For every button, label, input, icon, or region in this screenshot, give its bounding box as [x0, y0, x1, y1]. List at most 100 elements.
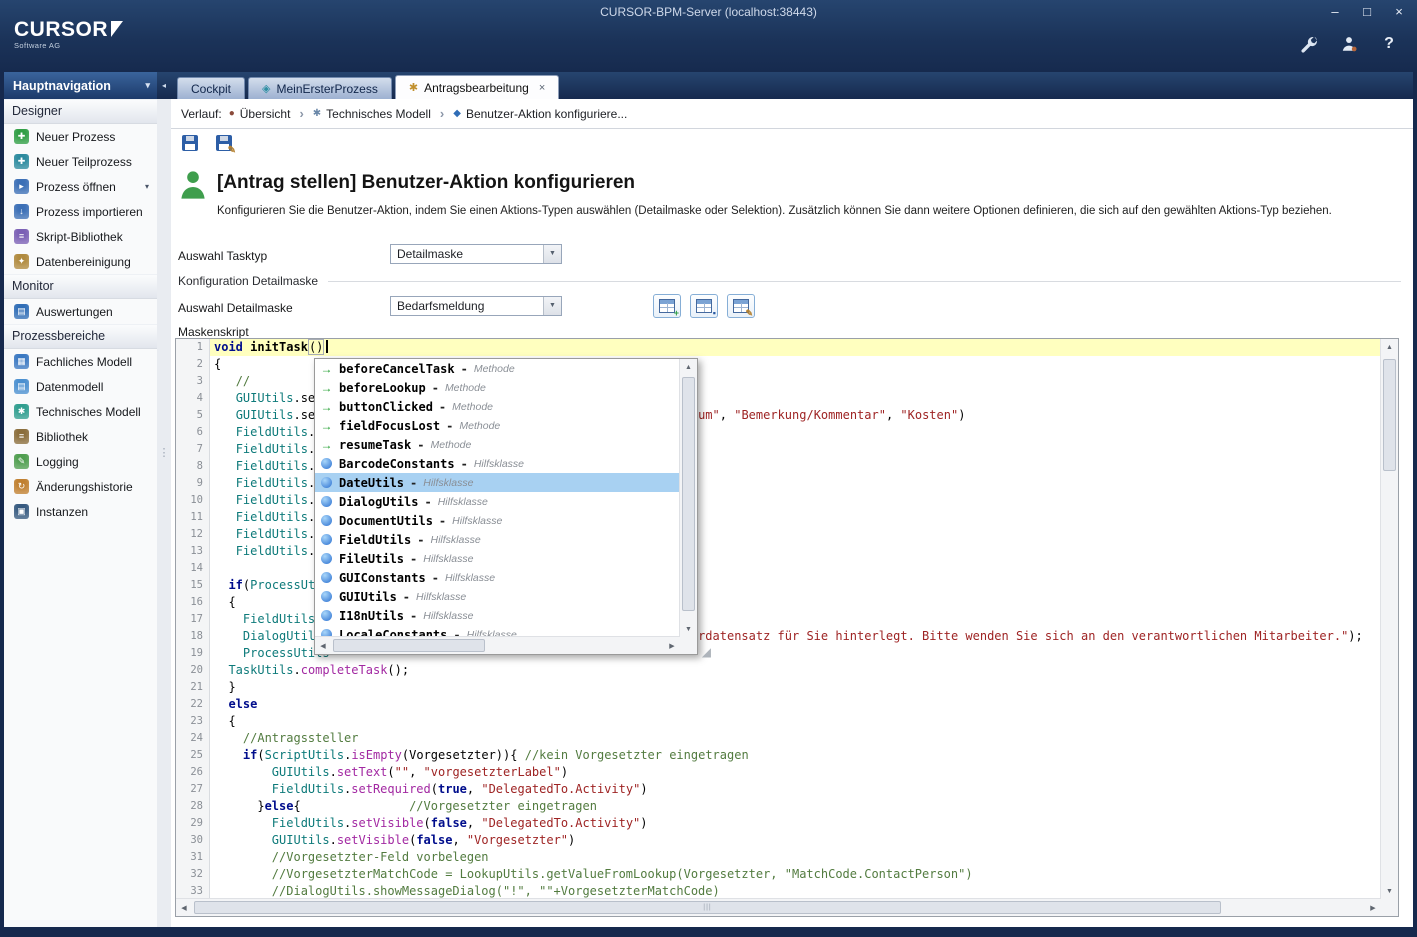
popup-resize-grip-icon[interactable]: ◢ [702, 645, 711, 659]
autocomplete-item-barcodeconstants[interactable]: BarcodeConstants - Hilfsklasse [315, 454, 680, 473]
tab-mein-erster-prozess[interactable]: ◈MeinErsterProzess [248, 77, 392, 99]
horizontal-scroll-thumb[interactable]: ||| [194, 901, 1221, 914]
autocomplete-name: beforeLookup [339, 381, 426, 395]
scroll-right-icon[interactable]: ▶ [1365, 899, 1381, 916]
autocomplete-item-fieldfocuslost[interactable]: →fieldFocusLost - Methode [315, 416, 680, 435]
breadcrumb-item-overview[interactable]: ●Übersicht [229, 107, 291, 121]
code-line[interactable]: 21 } [176, 679, 1381, 696]
autocomplete-item-resumetask[interactable]: →resumeTask - Methode [315, 435, 680, 454]
sidebar-item-data-cleanup[interactable]: ✦Datenbereinigung [4, 249, 157, 274]
sidebar-item-new-subprocess[interactable]: ✚Neuer Teilprozess [4, 149, 157, 174]
mask-script-editor[interactable]: 1void initTask()2{3 //4 GUIUtils.setF5 G… [175, 338, 1399, 917]
dropdown-caret-icon[interactable]: ▾ [145, 182, 149, 191]
mask-save-button[interactable]: ▪ [690, 294, 718, 318]
breadcrumb-item-technical-model[interactable]: ✱Technisches Modell [313, 107, 431, 121]
scroll-down-icon[interactable]: ▼ [1381, 883, 1398, 899]
tab-close-icon[interactable]: × [539, 82, 545, 94]
code-line[interactable]: 33 //DialogUtils.showMessageDialog("!", … [176, 883, 1381, 899]
sidebar-item-import-process[interactable]: ↓Prozess importieren [4, 199, 157, 224]
sidebar-item-script-library[interactable]: ≡Skript-Bibliothek [4, 224, 157, 249]
scroll-down-icon[interactable]: ▼ [680, 621, 697, 637]
save-button[interactable] [179, 132, 201, 154]
sidebar-item-new-process[interactable]: ✚Neuer Prozess [4, 124, 157, 149]
code-token: if [228, 578, 242, 592]
code-token [214, 442, 236, 456]
code-line[interactable]: 28 }else{ //Vorgesetzter eingetragen [176, 798, 1381, 815]
autocomplete-item-fileutils[interactable]: FileUtils - Hilfsklasse [315, 549, 680, 568]
tab-antragsbearbeitung[interactable]: ✱Antragsbearbeitung× [395, 75, 559, 99]
collapse-sidebar-icon[interactable]: ▾ [145, 80, 150, 91]
sidebar-item-library[interactable]: ≡Bibliothek [4, 424, 157, 449]
code-token: , [467, 816, 481, 830]
maximize-button[interactable]: □ [1359, 4, 1375, 19]
chevron-down-icon[interactable]: ▼ [543, 245, 561, 263]
splitter-collapse-icon[interactable]: ◂ [157, 72, 171, 99]
autocomplete-item-dateutils[interactable]: DateUtils - Hilfsklasse [315, 473, 680, 492]
scroll-up-icon[interactable]: ▲ [1381, 339, 1398, 355]
sidebar-item-functional-model[interactable]: ▦Fachliches Modell [4, 349, 157, 374]
sidebar-splitter[interactable]: ◂ ⋮ [157, 72, 171, 927]
sidebar-item-open-process[interactable]: ▸Prozess öffnen▾ [4, 174, 157, 199]
method-icon: → [320, 419, 333, 433]
help-icon[interactable]: ? [1379, 34, 1399, 54]
detailmask-select[interactable]: Bedarfsmeldung ▼ [390, 296, 562, 316]
code-token: , [467, 782, 481, 796]
autocomplete-item-beforecanceltask[interactable]: →beforeCancelTask - Methode [315, 359, 680, 378]
editor-horizontal-scrollbar[interactable]: ◀ ||| ▶ [176, 898, 1381, 916]
tab-cockpit[interactable]: Cockpit [177, 77, 245, 99]
mask-new-button[interactable]: + [653, 294, 681, 318]
chevron-down-icon[interactable]: ▼ [543, 297, 561, 315]
sidebar-item-technical-model[interactable]: ✱Technisches Modell [4, 399, 157, 424]
admin-users-icon[interactable] [1339, 34, 1359, 54]
scroll-up-icon[interactable]: ▲ [680, 359, 697, 375]
mask-edit-button[interactable]: ✎ [727, 294, 755, 318]
minimize-button[interactable]: – [1327, 4, 1343, 19]
autocomplete-item-guiutils[interactable]: GUIUtils - Hilfsklasse [315, 587, 680, 606]
line-number: 7 [176, 441, 210, 458]
code-line[interactable]: 20 TaskUtils.completeTask(); [176, 662, 1381, 679]
code-line[interactable]: 23 { [176, 713, 1381, 730]
code-line[interactable]: 32 //VorgesetzterMatchCode = LookupUtils… [176, 866, 1381, 883]
breadcrumb-item-user-action[interactable]: ◆Benutzer-Aktion konfiguriere... [453, 107, 627, 121]
code-line[interactable]: 25 if(ScriptUtils.isEmpty(Vorgesetzter))… [176, 747, 1381, 764]
autocomplete-name: DocumentUtils [339, 514, 433, 528]
sidebar-item-data-model[interactable]: ▤Datenmodell [4, 374, 157, 399]
autocomplete-item-dialogutils[interactable]: DialogUtils - Hilfsklasse [315, 492, 680, 511]
sidebar-item-evaluations[interactable]: ▤Auswertungen [4, 299, 157, 324]
autocomplete-item-buttonclicked[interactable]: →buttonClicked - Methode [315, 397, 680, 416]
settings-wrench-icon[interactable] [1299, 34, 1319, 54]
autocomplete-item-guiconstants[interactable]: GUIConstants - Hilfsklasse [315, 568, 680, 587]
sidebar-item-instances[interactable]: ▣Instanzen [4, 499, 157, 524]
code-token: GUIUtils [272, 765, 330, 779]
popup-horizontal-thumb[interactable] [333, 639, 485, 652]
code-line[interactable]: 30 GUIUtils.setVisible(false, "Vorgesetz… [176, 832, 1381, 849]
tasktype-select[interactable]: Detailmaske ▼ [390, 244, 562, 264]
autocomplete-item-beforelookup[interactable]: →beforeLookup - Methode [315, 378, 680, 397]
code-line[interactable]: 22 else [176, 696, 1381, 713]
autocomplete-item-i18nutils[interactable]: I18nUtils - Hilfsklasse [315, 606, 680, 625]
code-line[interactable]: 29 FieldUtils.setVisible(false, "Delegat… [176, 815, 1381, 832]
code-line[interactable]: 31 //Vorgesetzter-Feld vorbelegen [176, 849, 1381, 866]
code-token: "vorgesetzterLabel" [424, 765, 561, 779]
save-as-button[interactable]: ✎ [213, 132, 235, 154]
close-button[interactable]: × [1391, 4, 1407, 19]
editor-vertical-scrollbar[interactable]: ▲ ▼ [1380, 339, 1398, 899]
scroll-left-icon[interactable]: ◀ [176, 899, 192, 916]
splitter-grip-icon[interactable]: ⋮ [157, 448, 171, 459]
code-line[interactable]: 1void initTask() [176, 339, 1381, 356]
code-line[interactable]: 27 FieldUtils.setRequired(true, "Delegat… [176, 781, 1381, 798]
scroll-left-icon[interactable]: ◀ [315, 637, 331, 654]
popup-horizontal-scrollbar[interactable]: ◀ ▶ [315, 636, 680, 654]
sidebar-item-logging[interactable]: ✎Logging [4, 449, 157, 474]
sidebar-item-change-history[interactable]: ↻Änderungshistorie [4, 474, 157, 499]
code-token: DialogUtils [243, 629, 322, 643]
autocomplete-item-fieldutils[interactable]: FieldUtils - Hilfsklasse [315, 530, 680, 549]
vertical-scroll-thumb[interactable] [1383, 359, 1396, 471]
autocomplete-item-documentutils[interactable]: DocumentUtils - Hilfsklasse [315, 511, 680, 530]
code-line[interactable]: 26 GUIUtils.setText("", "vorgesetzterLab… [176, 764, 1381, 781]
scroll-right-icon[interactable]: ▶ [664, 637, 680, 654]
code-line[interactable]: 24 //Antragssteller [176, 730, 1381, 747]
code-token: ) [640, 816, 647, 830]
popup-vertical-scrollbar[interactable]: ▲ ▼ [679, 359, 697, 637]
popup-vertical-thumb[interactable] [682, 377, 695, 611]
